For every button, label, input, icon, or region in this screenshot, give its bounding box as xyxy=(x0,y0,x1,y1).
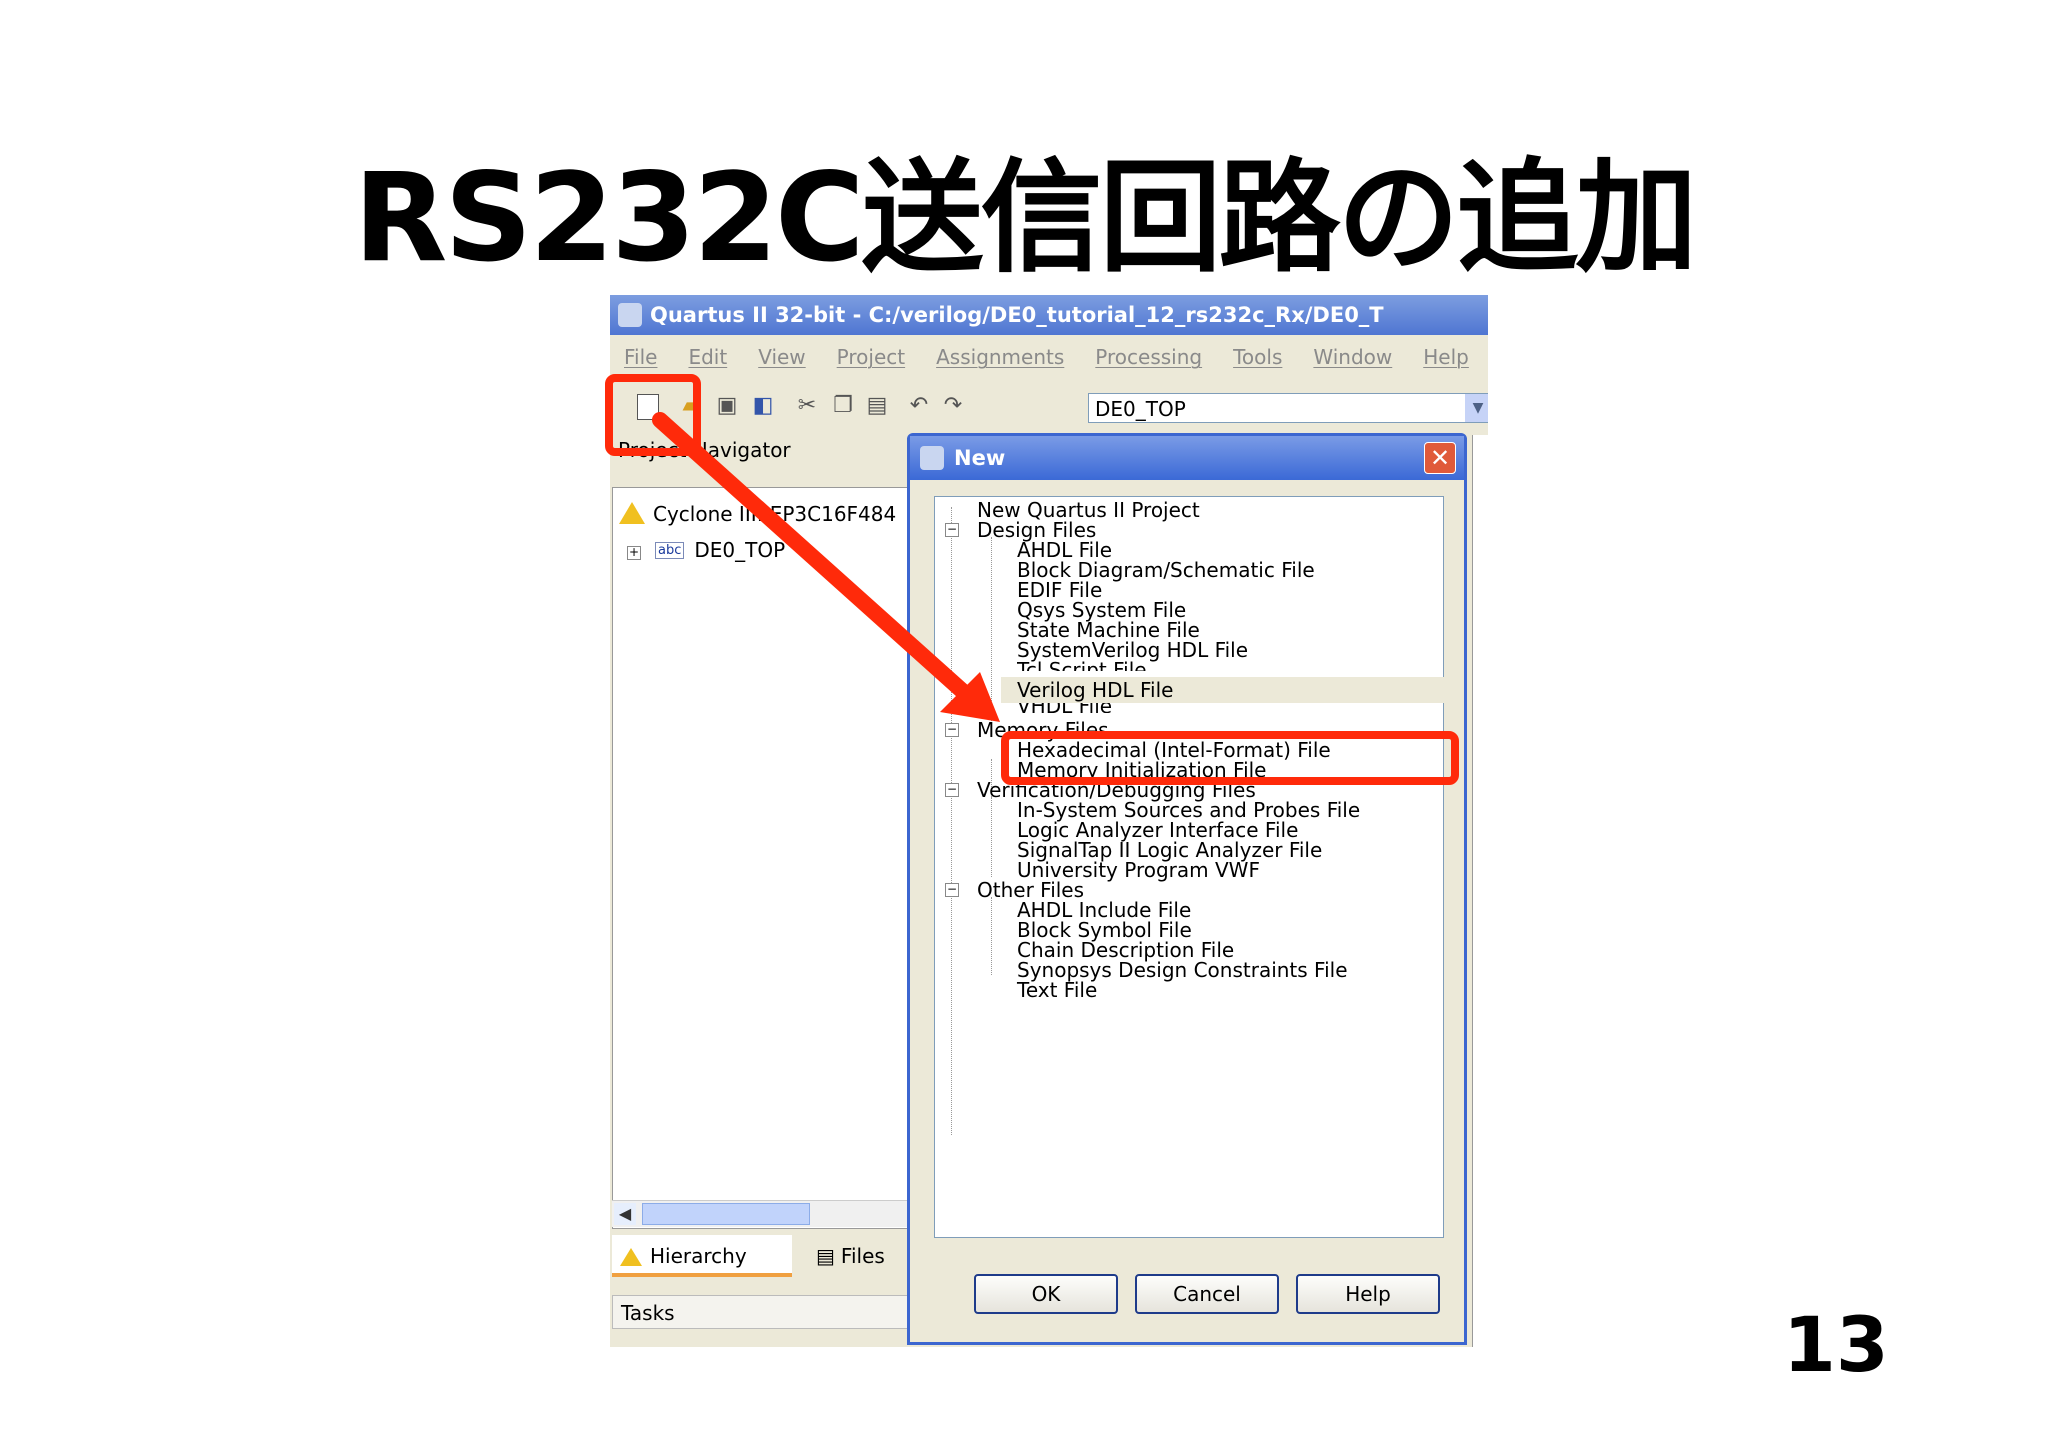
tab-hierarchy[interactable]: Hierarchy xyxy=(612,1235,792,1277)
tab-files[interactable]: ▤ Files xyxy=(808,1235,918,1277)
expand-icon[interactable]: + xyxy=(627,546,641,560)
warning-icon xyxy=(619,502,645,524)
window-title: Quartus II 32-bit - C:/verilog/DE0_tutor… xyxy=(650,303,1384,327)
menu-project[interactable]: Project xyxy=(837,345,905,369)
redo-icon[interactable]: ↷ xyxy=(940,393,966,419)
menu-view[interactable]: View xyxy=(758,345,805,369)
ok-button[interactable]: OK xyxy=(974,1274,1118,1314)
copy-icon[interactable]: ❐ xyxy=(830,393,856,419)
collapse-icon[interactable]: − xyxy=(945,523,959,537)
tab-hierarchy-label: Hierarchy xyxy=(650,1244,747,1268)
slide-title: RS232C送信回路の追加 xyxy=(353,147,1697,289)
tree-line xyxy=(991,797,992,877)
new-file-dialog: New ✕ New Quartus II Project − Design Fi… xyxy=(907,433,1467,1345)
quartus-screenshot: Quartus II 32-bit - C:/verilog/DE0_tutor… xyxy=(610,295,1488,1347)
menu-window[interactable]: Window xyxy=(1313,345,1392,369)
highlight-verilog-item xyxy=(1001,731,1459,785)
menu-processing[interactable]: Processing xyxy=(1095,345,1202,369)
paste-icon[interactable]: ▤ xyxy=(864,393,890,419)
list-item-verilog-selected[interactable]: Verilog HDL File xyxy=(1001,677,1445,703)
collapse-icon[interactable]: − xyxy=(945,883,959,897)
menu-edit[interactable]: Edit xyxy=(688,345,727,369)
scroll-left-icon[interactable]: ◀ xyxy=(614,1203,636,1225)
help-button[interactable]: Help xyxy=(1296,1274,1440,1314)
dialog-titlebar: New ✕ xyxy=(910,436,1464,480)
dialog-title: New xyxy=(954,446,1006,470)
menu-assignments[interactable]: Assignments xyxy=(936,345,1064,369)
list-item[interactable]: VHDL File xyxy=(1017,703,1112,713)
toolbar: ▰ ▣ ◧ ✂ ❐ ▤ ↶ ↷ DE0_TOP ▼ xyxy=(610,379,1488,431)
page-number: 13 xyxy=(1783,1300,1889,1389)
right-panel-edge xyxy=(1472,435,1488,1347)
warning-icon xyxy=(620,1248,642,1266)
scroll-thumb[interactable] xyxy=(642,1203,810,1225)
top-entity-value: DE0_TOP xyxy=(1095,397,1186,421)
cut-icon[interactable]: ✂ xyxy=(794,393,820,419)
tree-line xyxy=(991,897,992,975)
navigator-subheader xyxy=(612,467,910,487)
navigator-tabs: Hierarchy ▤ Files xyxy=(612,1235,910,1281)
abc-entity-icon: abc xyxy=(655,542,685,559)
undo-icon[interactable]: ↶ xyxy=(906,393,932,419)
save-icon[interactable]: ▣ xyxy=(714,393,740,419)
tree-line xyxy=(951,507,952,1135)
quartus-app-icon xyxy=(920,446,944,470)
tasks-panel-header: Tasks xyxy=(612,1295,910,1329)
list-item[interactable]: Tcl Script File xyxy=(1017,657,1147,671)
entity-label: DE0_TOP xyxy=(694,538,786,562)
menu-file[interactable]: File xyxy=(624,345,657,369)
tab-files-label: Files xyxy=(840,1244,885,1268)
entity-row[interactable]: + abc DE0_TOP xyxy=(627,538,785,562)
quartus-app-icon xyxy=(618,303,642,327)
menu-help[interactable]: Help xyxy=(1423,345,1469,369)
device-label: Cyclone III: EP3C16F484 xyxy=(653,502,897,526)
menu-bar: File Edit View Project Assignments Processing… xyxy=(610,335,1488,379)
chevron-down-icon[interactable]: ▼ xyxy=(1465,394,1488,422)
tree-line xyxy=(991,537,992,737)
collapse-icon[interactable]: − xyxy=(945,783,959,797)
collapse-icon[interactable]: − xyxy=(945,723,959,737)
cancel-button[interactable]: Cancel xyxy=(1135,1274,1279,1314)
save-all-icon[interactable]: ◧ xyxy=(750,393,776,419)
file-type-list[interactable]: New Quartus II Project − Design Files AH… xyxy=(934,496,1445,1238)
list-item[interactable]: Text File xyxy=(1017,977,1097,1003)
top-entity-combo[interactable]: DE0_TOP ▼ xyxy=(1088,393,1488,423)
close-icon[interactable]: ✕ xyxy=(1424,442,1456,474)
project-navigator-panel: Cyclone III: EP3C16F484 + abc DE0_TOP xyxy=(612,487,912,1229)
device-row[interactable]: Cyclone III: EP3C16F484 xyxy=(619,502,896,526)
menu-tools[interactable]: Tools xyxy=(1233,345,1282,369)
highlight-new-button xyxy=(605,374,701,456)
files-icon: ▤ xyxy=(816,1244,835,1268)
horizontal-scrollbar[interactable]: ◀ xyxy=(612,1200,910,1227)
window-titlebar: Quartus II 32-bit - C:/verilog/DE0_tutor… xyxy=(610,295,1488,335)
